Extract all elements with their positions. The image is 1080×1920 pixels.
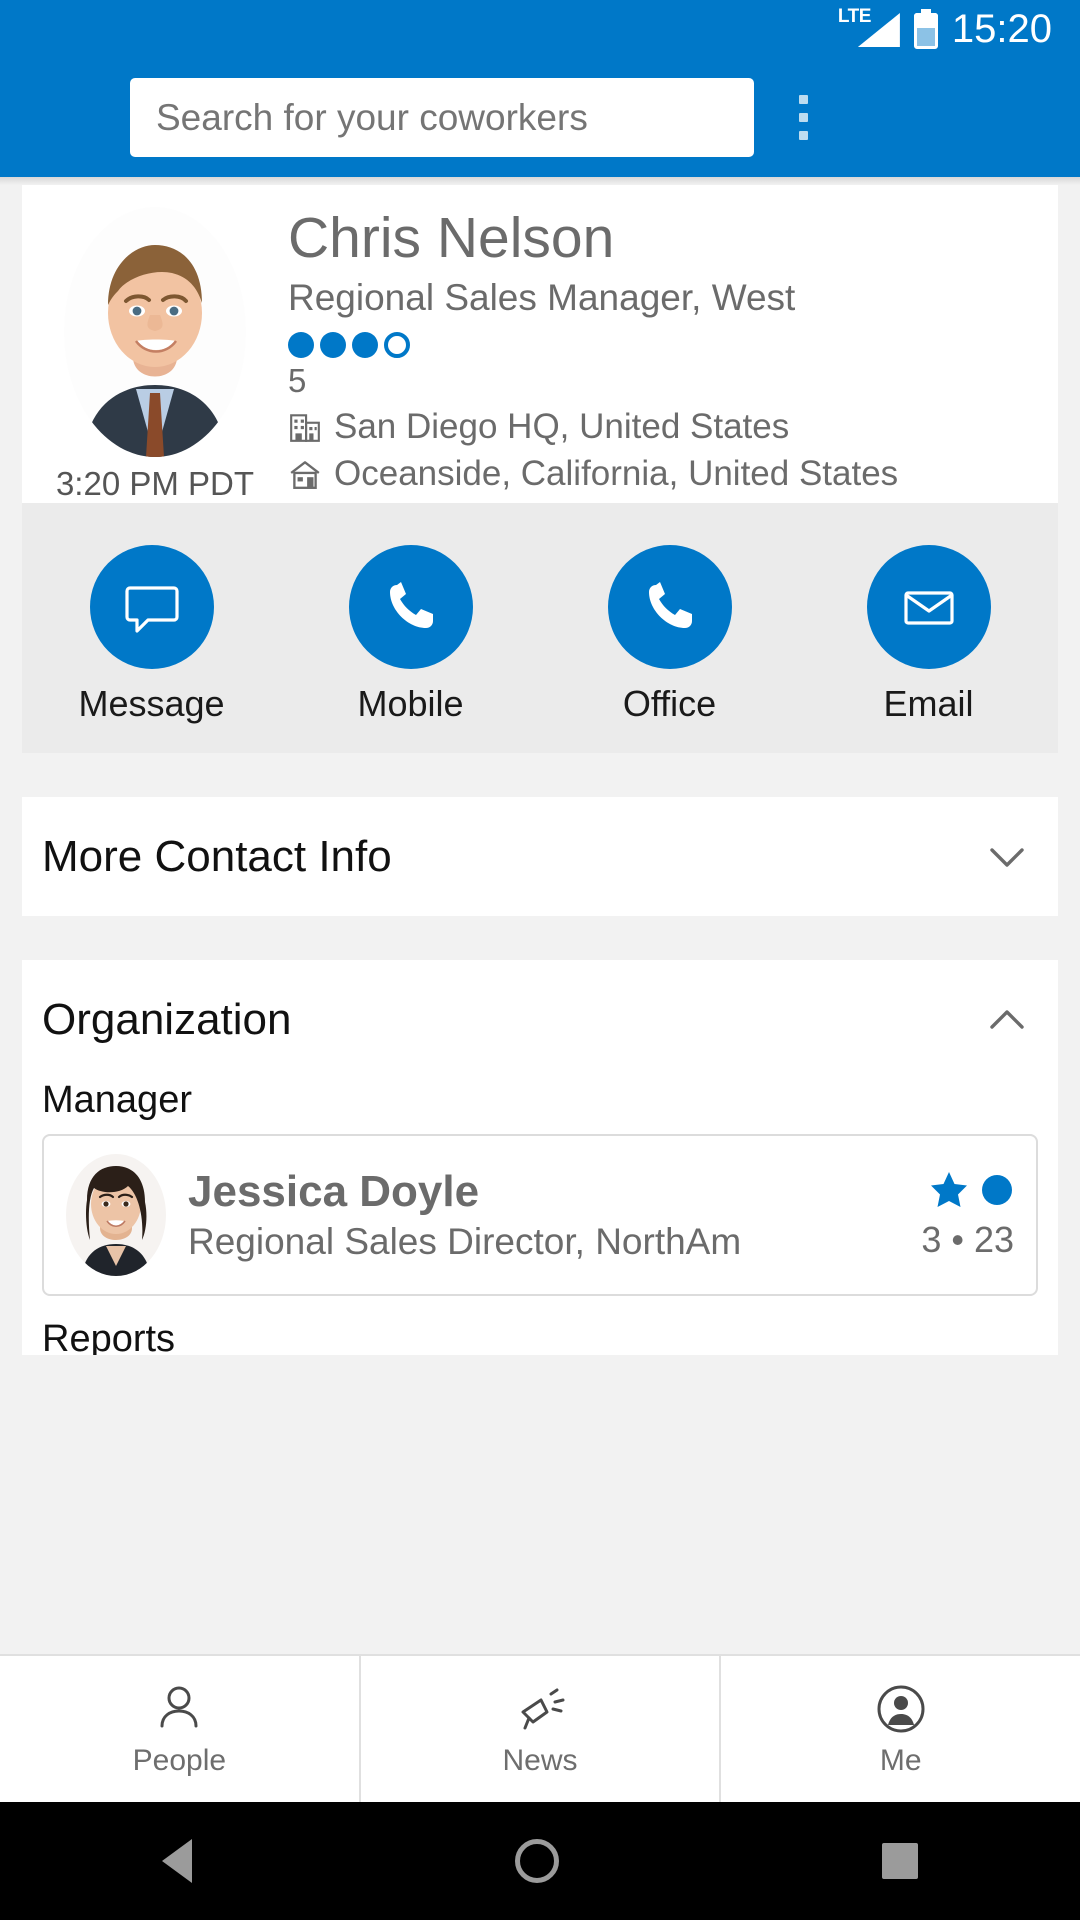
person-outline-icon [160, 1686, 198, 1728]
overflow-dot [798, 95, 808, 104]
section-more-contact-info[interactable]: More Contact Info [22, 797, 1058, 916]
home-location-text: Oceanside, California, United States [334, 453, 899, 493]
manager-counts: 3 • 23 [921, 1219, 1014, 1260]
mobile-call-button[interactable] [348, 545, 473, 669]
level-dot-filled [320, 331, 346, 358]
action-message-label: Message [78, 683, 225, 724]
overflow-menu-icon[interactable] [760, 95, 846, 140]
tab-me-label: Me [879, 1744, 922, 1777]
envelope-icon [903, 591, 954, 625]
app-bar-shadow [0, 177, 1080, 185]
home-location-row[interactable]: Oceanside, California, United States [288, 454, 1048, 494]
action-office[interactable]: Office [540, 545, 799, 725]
quick-actions-bar: Message Mobile Office Email [22, 503, 1058, 753]
tab-me[interactable]: Me [721, 1656, 1080, 1802]
reports-label: Reports [42, 1318, 176, 1355]
org-level-indicator [288, 331, 1048, 358]
chevron-down-icon[interactable] [984, 834, 1030, 880]
account-circle-icon [877, 1685, 925, 1733]
phone-icon [648, 582, 692, 628]
app-bar: Search for your coworkers [0, 58, 1080, 177]
tab-people[interactable]: People [0, 1656, 361, 1802]
overflow-dot [798, 131, 808, 140]
office-location-row[interactable]: San Diego HQ, United States [288, 407, 1048, 447]
back-button[interactable] [161, 1839, 192, 1883]
action-email-label: Email [883, 683, 974, 724]
signal-icon: LTE [837, 6, 900, 49]
office-building-icon [290, 414, 320, 442]
chevron-up-icon[interactable] [984, 997, 1030, 1043]
tab-news-label: News [502, 1744, 578, 1777]
home-icon [290, 460, 320, 489]
profile-job-title: Regional Sales Manager, West [288, 276, 796, 318]
action-office-label: Office [622, 683, 717, 724]
manager-name: Jessica Doyle [188, 1166, 480, 1216]
level-dot-filled [352, 331, 378, 358]
level-dot-empty [384, 331, 410, 358]
office-location-text: San Diego HQ, United States [334, 406, 790, 446]
manager-title: Regional Sales Director, NorthAm [188, 1220, 742, 1262]
recents-button[interactable] [882, 1843, 919, 1879]
tab-news[interactable]: News [361, 1656, 722, 1802]
profile-card: 3:20 PM PDT Chris Nelson Regional Sales … [22, 185, 1058, 503]
battery-fill [913, 13, 938, 28]
avatar[interactable] [64, 207, 246, 457]
section-organization[interactable]: Organization Manager Jessica Doyle Regio… [22, 960, 1058, 1355]
action-mobile-label: Mobile [357, 683, 464, 724]
action-message[interactable]: Message [22, 545, 281, 725]
org-level-number: 5 [288, 361, 307, 399]
organization-title: Organization [42, 994, 292, 1044]
tab-people-label: People [132, 1744, 227, 1777]
manager-label: Manager [42, 1079, 192, 1121]
search-input[interactable]: Search for your coworkers [130, 78, 754, 157]
page-title: Chris Nelson [288, 206, 615, 270]
status-bar: LTE 15:20 [0, 0, 1080, 58]
search-placeholder: Search for your coworkers [156, 96, 588, 138]
list-item[interactable]: Jessica Doyle Regional Sales Director, N… [42, 1134, 1038, 1296]
megaphone-icon [521, 1688, 565, 1730]
local-time: 3:20 PM PDT [55, 465, 255, 502]
status-bar-clock: 15:20 [951, 6, 1052, 51]
email-button[interactable] [866, 545, 991, 669]
network-label: LTE [837, 6, 871, 27]
more-contact-info-title: More Contact Info [42, 831, 392, 881]
star-icon [931, 1172, 967, 1207]
action-mobile[interactable]: Mobile [281, 545, 540, 725]
level-dot-filled [288, 331, 314, 358]
message-button[interactable] [89, 545, 214, 669]
phone-icon [389, 582, 433, 628]
overflow-dot [798, 113, 808, 122]
home-button[interactable] [514, 1839, 559, 1883]
avatar[interactable] [66, 1154, 166, 1276]
battery-icon [913, 9, 938, 49]
circle-icon [982, 1175, 1012, 1205]
action-email[interactable]: Email [799, 545, 1058, 725]
office-call-button[interactable] [607, 545, 732, 669]
bottom-navigation: People News Me [0, 1654, 1080, 1802]
message-bubble-icon [124, 586, 179, 633]
android-navigation-bar [0, 1802, 1080, 1920]
